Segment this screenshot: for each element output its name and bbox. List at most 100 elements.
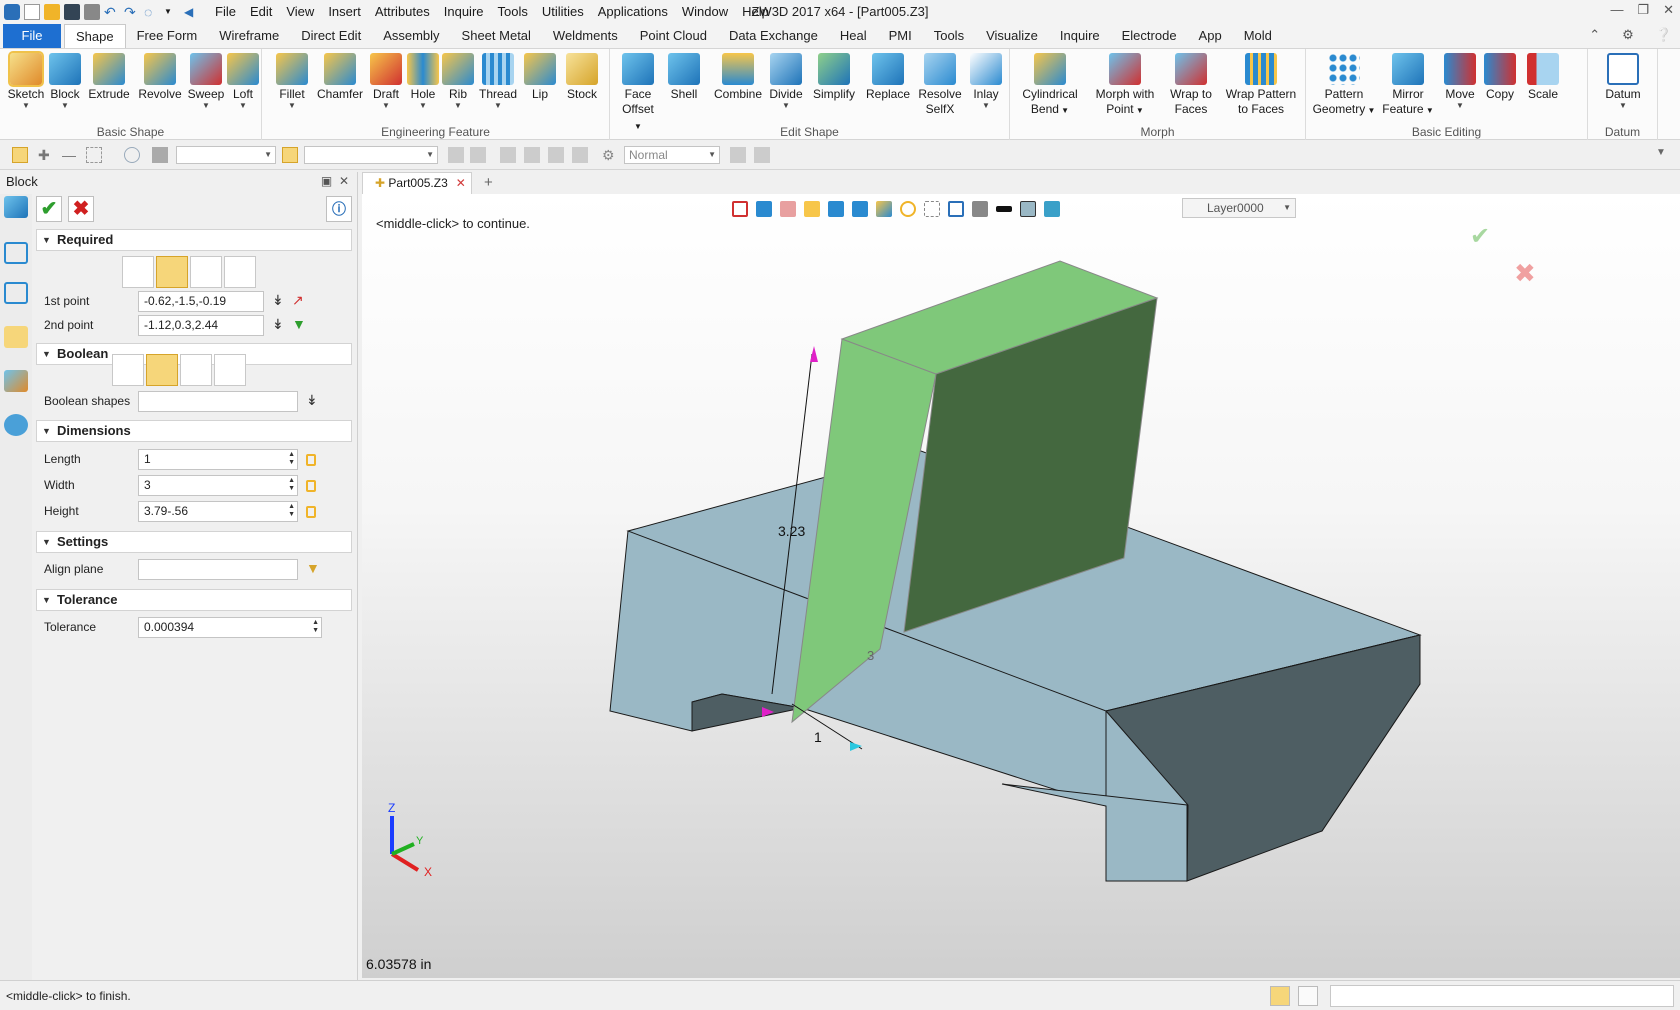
- wrap-pattern-to-faces-button[interactable]: Wrap Pattern to Faces: [1222, 53, 1300, 117]
- point-pick-icon[interactable]: ▼: [292, 316, 306, 332]
- collapse-ribbon-icon[interactable]: ⌃: [1589, 27, 1600, 43]
- cylindrical-bend-button[interactable]: Cylindrical Bend ▼: [1018, 53, 1082, 118]
- tab-data-exchange[interactable]: Data Exchange: [718, 24, 829, 48]
- stock-button[interactable]: Stock: [562, 53, 602, 102]
- boolean-intersect-icon[interactable]: [214, 354, 246, 386]
- lock-icon[interactable]: [306, 480, 316, 492]
- tab-direct-edit[interactable]: Direct Edit: [290, 24, 372, 48]
- boolean-base-icon[interactable]: [112, 354, 144, 386]
- tab-inquire[interactable]: Inquire: [1049, 24, 1111, 48]
- tab-heal[interactable]: Heal: [829, 24, 878, 48]
- height-dimension-label[interactable]: 3.23: [778, 523, 805, 539]
- history-tree-icon[interactable]: [4, 242, 28, 264]
- toolbar-icon-h[interactable]: [754, 147, 770, 163]
- restore-icon[interactable]: ❐: [1637, 2, 1649, 18]
- menu-edit[interactable]: Edit: [243, 0, 279, 24]
- height-field[interactable]: 3.79-.56 ▲ ▼: [138, 501, 298, 522]
- toolbar-icon-c[interactable]: [500, 147, 516, 163]
- document-tab[interactable]: ✚ Part005.Z3 ✕: [362, 172, 472, 194]
- tab-file[interactable]: File: [3, 24, 61, 48]
- lock-icon[interactable]: [306, 454, 316, 466]
- toolbar-icon-b[interactable]: [470, 147, 486, 163]
- 3d-viewport[interactable]: <middle-click> to continue. Layer0000▼: [362, 194, 1680, 978]
- lock-icon[interactable]: [306, 506, 316, 518]
- accept-check-icon[interactable]: ✔: [1470, 222, 1490, 250]
- image-library-icon[interactable]: [4, 370, 28, 392]
- objects-icon[interactable]: [4, 326, 28, 348]
- thread-button[interactable]: Thread ▼: [476, 53, 520, 110]
- menu-inquire[interactable]: Inquire: [437, 0, 491, 24]
- tab-free-form[interactable]: Free Form: [126, 24, 209, 48]
- copy-button[interactable]: Copy: [1482, 53, 1518, 102]
- app-logo-icon[interactable]: [4, 4, 20, 20]
- point-pick-icon[interactable]: ↗: [292, 292, 304, 309]
- first-point-field[interactable]: -0.62,-1.5,-0.19: [138, 291, 264, 312]
- pick-combo[interactable]: ▼: [304, 146, 438, 164]
- block-button[interactable]: Block ▼: [46, 53, 84, 110]
- menu-view[interactable]: View: [279, 0, 321, 24]
- plane-pick-icon[interactable]: ▼: [306, 560, 320, 576]
- tab-close-icon[interactable]: ✕: [456, 176, 466, 190]
- select-arrow-icon[interactable]: [12, 147, 28, 163]
- tab-point-cloud[interactable]: Point Cloud: [629, 24, 718, 48]
- tab-visualize[interactable]: Visualize: [975, 24, 1049, 48]
- section-tolerance[interactable]: Tolerance: [36, 589, 352, 611]
- boolean-remove-icon[interactable]: [180, 354, 212, 386]
- tab-pmi[interactable]: PMI: [878, 24, 923, 48]
- replace-button[interactable]: Replace: [864, 53, 912, 102]
- spinner-icon[interactable]: ▲ ▼: [288, 503, 295, 519]
- back-arrow-icon[interactable]: ◀: [184, 4, 200, 20]
- print-icon[interactable]: [84, 4, 100, 20]
- face-offset-button[interactable]: Face Offset ▼: [618, 53, 658, 134]
- menu-window[interactable]: Window: [675, 0, 735, 24]
- inlay-button[interactable]: Inlay ▼: [968, 53, 1004, 110]
- assembly-tree-icon[interactable]: [4, 282, 28, 304]
- menu-tools[interactable]: Tools: [491, 0, 535, 24]
- length-field[interactable]: 1 ▲ ▼: [138, 449, 298, 470]
- region-pick-icon[interactable]: [124, 147, 140, 163]
- help-icon[interactable]: ❔: [1656, 27, 1672, 43]
- sweep-button[interactable]: Sweep ▼: [186, 53, 226, 110]
- extrude-button[interactable]: Extrude: [86, 53, 132, 102]
- block-type-4-icon[interactable]: [224, 256, 256, 288]
- drag-handle-top-icon[interactable]: [810, 346, 818, 362]
- datum-button[interactable]: Datum ▼: [1598, 53, 1648, 110]
- chamfer-button[interactable]: Chamfer: [314, 53, 366, 102]
- combine-button[interactable]: Combine: [712, 53, 764, 102]
- save-icon[interactable]: [64, 4, 80, 20]
- resolve-selfx-button[interactable]: Resolve SelfX: [916, 53, 964, 117]
- toolbar-icon-d[interactable]: [524, 147, 540, 163]
- drag-handle-length-icon[interactable]: [850, 742, 862, 751]
- open-folder-icon[interactable]: [44, 4, 60, 20]
- simplify-button[interactable]: Simplify: [810, 53, 858, 102]
- line-pick-icon[interactable]: —: [62, 147, 78, 163]
- block-type-3-icon[interactable]: [190, 256, 222, 288]
- undo-icon[interactable]: ↶: [104, 4, 120, 20]
- block-type-1-icon[interactable]: [122, 256, 154, 288]
- boolean-add-icon[interactable]: [146, 354, 178, 386]
- cancel-x-icon[interactable]: ✖: [68, 196, 94, 222]
- toolbar-icon-f[interactable]: [572, 147, 588, 163]
- width-dimension-label[interactable]: 3: [867, 648, 874, 663]
- block-type-2-icon[interactable]: [156, 256, 188, 288]
- scale-button[interactable]: Scale: [1524, 53, 1562, 102]
- toolbar-icon-g[interactable]: [730, 147, 746, 163]
- tab-electrode[interactable]: Electrode: [1111, 24, 1188, 48]
- spinner-icon[interactable]: ▲ ▼: [288, 477, 295, 493]
- pick-mode-icon[interactable]: [282, 147, 298, 163]
- move-button[interactable]: Move ▼: [1440, 53, 1480, 110]
- boolean-shapes-field[interactable]: [138, 391, 298, 412]
- toolbar-icon-e[interactable]: [548, 147, 564, 163]
- status-list-icon[interactable]: [1298, 986, 1318, 1006]
- pattern-geometry-button[interactable]: Pattern Geometry ▼: [1312, 53, 1376, 118]
- draft-button[interactable]: Draft ▼: [368, 53, 404, 110]
- tab-weldments[interactable]: Weldments: [542, 24, 629, 48]
- minimize-icon[interactable]: —: [1610, 2, 1623, 18]
- close-icon[interactable]: ✕: [1663, 2, 1674, 18]
- tab-app[interactable]: App: [1188, 24, 1233, 48]
- new-file-icon[interactable]: [24, 4, 40, 20]
- user-icon[interactable]: [4, 414, 28, 436]
- panel-menu-icon[interactable]: ▼: [1656, 147, 1672, 163]
- toolbar-icon-a[interactable]: [448, 147, 464, 163]
- render-settings-icon[interactable]: ⚙: [602, 147, 618, 163]
